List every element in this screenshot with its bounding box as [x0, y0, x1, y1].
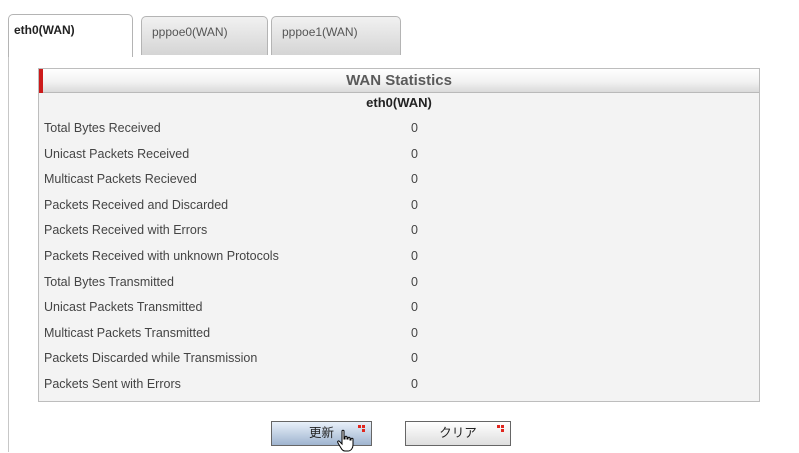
stat-label: Packets Discarded while Transmission: [44, 351, 258, 366]
red-dots-icon: [358, 425, 365, 432]
header-marker: [39, 69, 43, 93]
stat-label: Unicast Packets Transmitted: [44, 300, 203, 315]
stat-value: 0: [411, 223, 418, 238]
stats-row: Unicast Packets Received 0: [39, 142, 759, 167]
stats-row: Total Bytes Transmitted 0: [39, 270, 759, 295]
hand-pointer-icon: [337, 429, 354, 452]
stats-row: Packets Received with Errors 0: [39, 218, 759, 243]
stat-value: 0: [411, 377, 418, 391]
stat-label: Packets Sent with Errors: [44, 377, 181, 391]
stats-row: Packets Received with unknown Protocols 0: [39, 244, 759, 269]
stats-row: Packets Received and Discarded 0: [39, 193, 759, 218]
stats-row: Packets Sent with Errors 0: [39, 372, 759, 397]
stat-value: 0: [411, 249, 418, 263]
tab-eth0-wan[interactable]: eth0(WAN): [8, 14, 133, 57]
stats-row: Multicast Packets Transmitted 0: [39, 321, 759, 346]
stat-label: Unicast Packets Received: [44, 146, 190, 161]
clear-button[interactable]: クリア: [405, 421, 511, 446]
stat-label: Packets Received and Discarded: [44, 197, 229, 212]
stat-label: Total Bytes Transmitted: [44, 274, 174, 289]
clear-button-label: クリア: [439, 426, 477, 440]
stat-label: Packets Received with unknown Protocols: [44, 249, 279, 263]
stat-value: 0: [411, 325, 418, 340]
tab-pppoe0-wan[interactable]: pppoe0(WAN): [141, 16, 268, 56]
refresh-button-label: 更新: [308, 426, 334, 440]
stat-label: Multicast Packets Transmitted: [44, 325, 211, 340]
interface-name: eth0(WAN): [366, 95, 432, 110]
stat-value: 0: [411, 121, 418, 135]
stat-value: 0: [411, 351, 418, 366]
stat-value: 0: [411, 172, 418, 187]
stat-value: 0: [411, 197, 418, 212]
stat-label: Packets Received with Errors: [44, 223, 208, 238]
tab-pppoe1-wan[interactable]: pppoe1(WAN): [271, 16, 401, 56]
stat-value: 0: [411, 146, 418, 161]
stat-label: Total Bytes Received: [44, 121, 161, 135]
stats-title: WAN Statistics: [346, 72, 452, 89]
tab-bar: eth0(WAN) pppoe0(WAN) pppoe1(WAN): [8, 12, 798, 57]
stats-row: Multicast Packets Recieved 0: [39, 167, 759, 192]
stat-label: Multicast Packets Recieved: [44, 172, 197, 187]
stats-row: Unicast Packets Transmitted 0: [39, 295, 759, 320]
stats-header: WAN Statistics: [39, 69, 759, 93]
red-dots-icon: [497, 425, 504, 432]
stats-row: Total Bytes Received 0: [39, 116, 759, 141]
wan-statistics-table: WAN Statistics eth0(WAN) Total Bytes Rec…: [38, 68, 760, 402]
stat-value: 0: [411, 274, 418, 289]
stat-value: 0: [411, 300, 418, 315]
stats-row: Packets Discarded while Transmission 0: [39, 346, 759, 371]
